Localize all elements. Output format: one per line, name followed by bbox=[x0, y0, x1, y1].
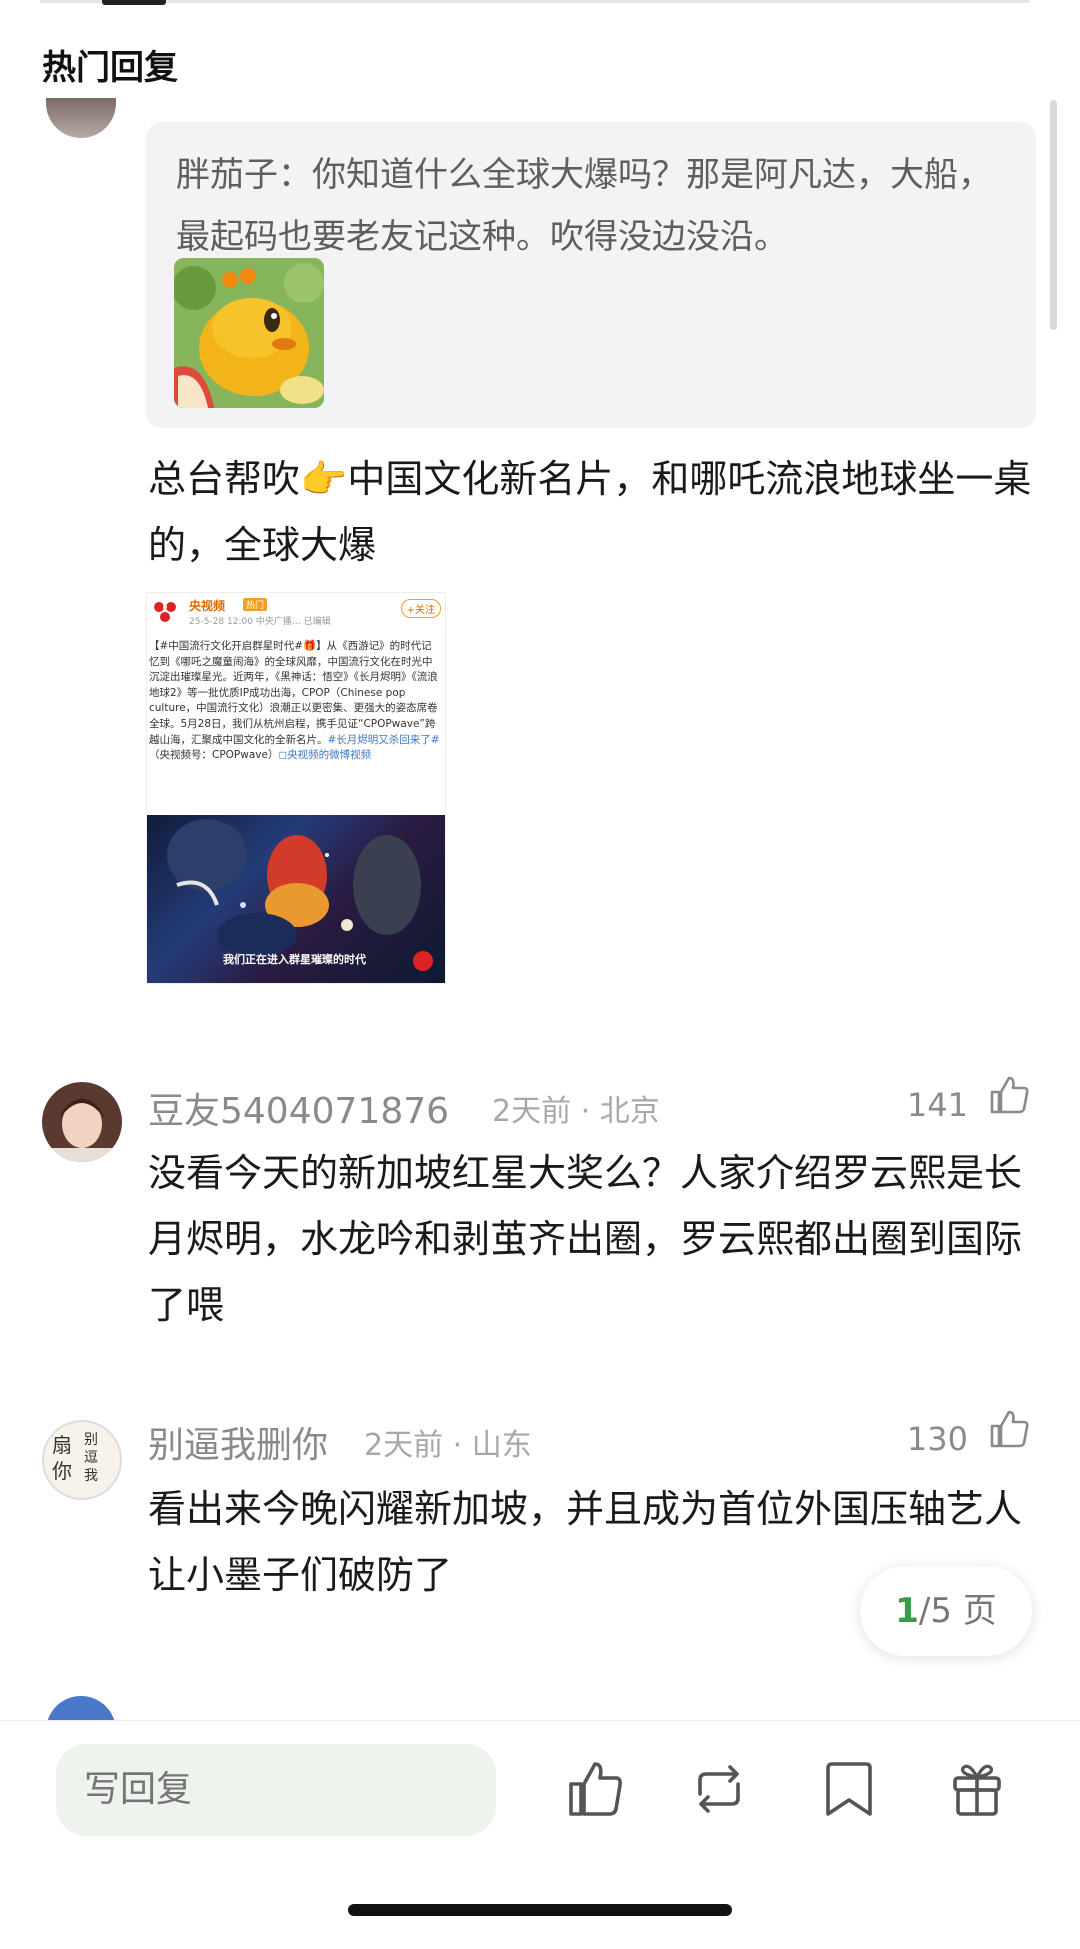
page-indicator[interactable]: 1/5 页 bbox=[860, 1566, 1032, 1656]
top-divider bbox=[40, 0, 1030, 3]
like-count: 141 bbox=[906, 1086, 968, 1124]
comment-author[interactable]: 豆友5404071876 bbox=[148, 1082, 449, 1134]
like-icon[interactable] bbox=[566, 1758, 624, 1820]
comment-text: 没看今天的新加坡红星大奖么？人家介绍罗云熙是长月烬明，水龙吟和剥茧齐出圈，罗云熙… bbox=[148, 1151, 1023, 1327]
cctv-video-logo-icon bbox=[154, 602, 176, 622]
avatar bbox=[46, 1696, 116, 1720]
embed-meta: 25-5-28 12:00 中央广播… 已编辑 bbox=[189, 617, 331, 627]
embed-account-name: 央视频 bbox=[189, 599, 226, 613]
like-icon[interactable] bbox=[988, 1074, 1030, 1116]
bookmark-icon[interactable] bbox=[820, 1758, 878, 1820]
scrollbar[interactable] bbox=[1050, 100, 1057, 330]
comment-meta: 2天前 · 北京 bbox=[492, 1094, 660, 1129]
reply-input[interactable] bbox=[56, 1744, 496, 1836]
svg-text:逗: 逗 bbox=[84, 1450, 98, 1466]
reply-text: 总台帮吹👉中国文化新名片，和哪吒流浪地球坐一桌的，全球大爆 bbox=[148, 457, 1032, 567]
svg-text:别: 别 bbox=[84, 1432, 98, 1448]
embed-header: 央视频 热门 25-5-28 12:00 中央广播… 已编辑 +关注 bbox=[147, 593, 445, 633]
svg-text:你: 你 bbox=[52, 1459, 72, 1483]
quoted-comment-text: 胖茄子：你知道什么全球大爆吗？那是阿凡达，大船，最起码也要老友记这种。吹得没边没… bbox=[176, 155, 992, 257]
home-indicator[interactable] bbox=[348, 1904, 732, 1916]
user-avatar-icon bbox=[42, 1082, 122, 1162]
like-count: 130 bbox=[906, 1420, 968, 1458]
embed-body: 【#中国流行文化开启群星时代#🎁】从《西游记》的时代记忆到《哪吒之魔童闹海》的全… bbox=[149, 639, 441, 764]
comment-meta: 2天前 · 山东 bbox=[364, 1428, 532, 1463]
embed-badge: 热门 bbox=[243, 598, 268, 611]
embed-body-text: 【#中国流行文化开启群星时代#🎁】从《西游记》的时代记忆到《哪吒之魔童闹海》的全… bbox=[149, 640, 438, 746]
avatar[interactable] bbox=[46, 98, 116, 138]
embedded-post-image[interactable]: 央视频 热门 25-5-28 12:00 中央广播… 已编辑 +关注 【#中国流… bbox=[146, 592, 446, 984]
comment-author[interactable]: 别逼我删你 bbox=[148, 1416, 328, 1468]
next-comment-partial bbox=[0, 1690, 1080, 1720]
sticker-image[interactable] bbox=[174, 258, 324, 408]
embed-body-source: （央视频号：CPOPwave） bbox=[149, 749, 279, 762]
avatar[interactable] bbox=[42, 1082, 122, 1162]
page-total: /5 页 bbox=[918, 1591, 997, 1631]
avatar[interactable]: 扇 你 别 逗 我 bbox=[42, 1420, 122, 1500]
embed-follow-button: +关注 bbox=[400, 599, 441, 618]
svg-text:我: 我 bbox=[84, 1468, 98, 1484]
calligraphy-avatar-icon: 扇 你 别 逗 我 bbox=[52, 1432, 98, 1484]
cartoon-sticker-icon bbox=[174, 258, 324, 408]
tab-indicator bbox=[102, 0, 166, 5]
repost-icon[interactable] bbox=[690, 1758, 748, 1820]
section-title: 热门回复 bbox=[42, 48, 178, 88]
embed-poster-image: 我们正在进入群星璀璨的时代 bbox=[147, 815, 445, 983]
embed-caption: 我们正在进入群星璀璨的时代 bbox=[223, 953, 366, 966]
gift-icon[interactable] bbox=[948, 1758, 1006, 1820]
like-icon[interactable] bbox=[988, 1408, 1030, 1450]
current-page: 1 bbox=[895, 1591, 919, 1631]
svg-text:扇: 扇 bbox=[52, 1433, 72, 1457]
embed-video-link: ◻央视频的微博视频 bbox=[278, 749, 372, 762]
embed-topic-link: #长月烬明又杀回来了# bbox=[327, 733, 440, 746]
